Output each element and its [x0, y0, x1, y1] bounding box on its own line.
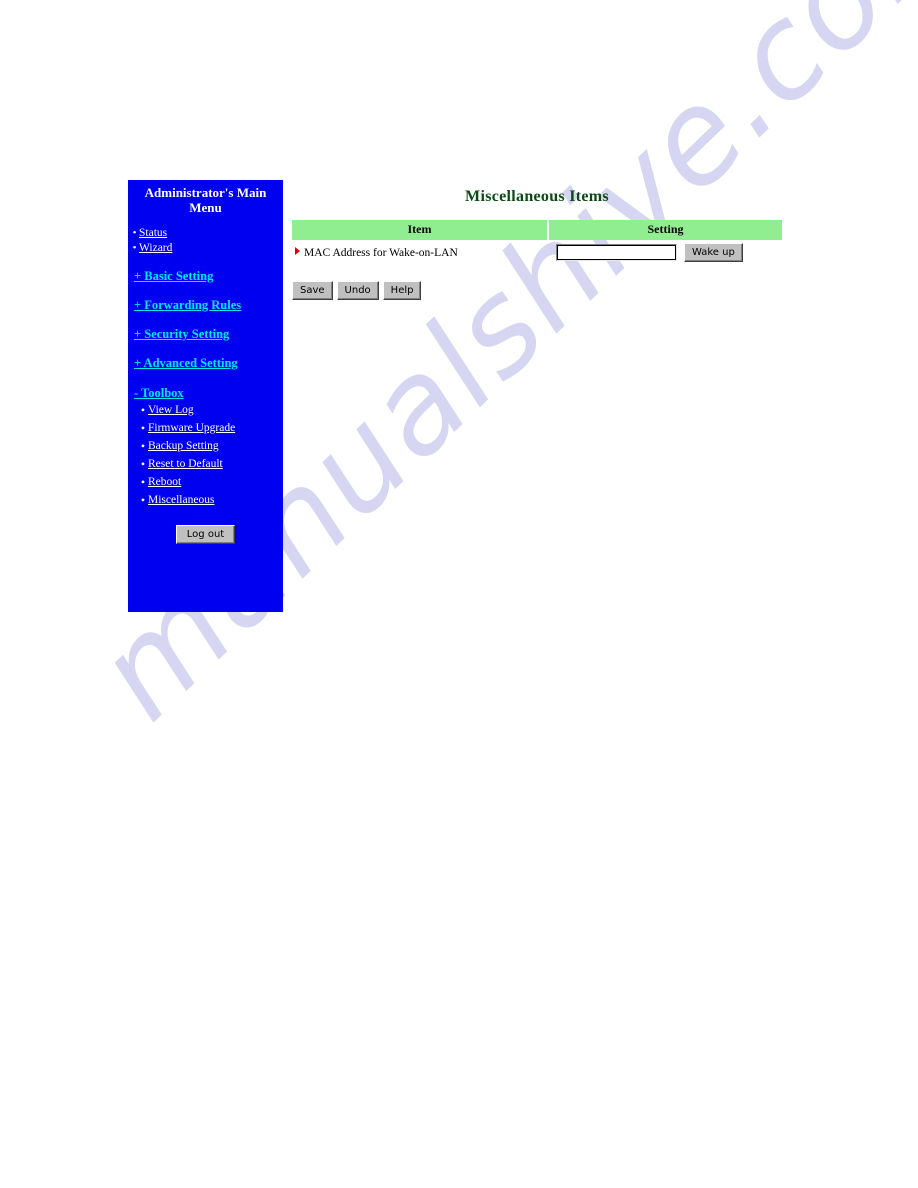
sidebar-navigation: Administrator's Main Menu • Status • Wiz…: [128, 180, 283, 612]
sidebar-section-label[interactable]: + Basic Setting: [134, 269, 213, 284]
table-row: MAC Address for Wake-on-LAN Wake up: [292, 240, 782, 265]
sidebar-item-backup-setting[interactable]: • Backup Setting: [128, 438, 283, 456]
sidebar-subitem-label[interactable]: Backup Setting: [148, 438, 219, 454]
red-triangle-icon: [295, 246, 300, 255]
sidebar-subitem-label[interactable]: Reset to Default: [148, 456, 223, 472]
sidebar-item-security-setting[interactable]: + Security Setting: [128, 327, 283, 343]
sidebar-subitem-label[interactable]: Firmware Upgrade: [148, 420, 235, 436]
sidebar-item-reboot[interactable]: • Reboot: [128, 474, 283, 492]
sidebar-subitem-label[interactable]: Miscellaneous: [148, 492, 214, 508]
mac-address-input[interactable]: [556, 244, 677, 261]
dot-bullet-icon: •: [140, 475, 146, 489]
save-button[interactable]: Save: [292, 281, 333, 300]
column-header-setting: Setting: [549, 220, 782, 240]
sidebar-item-firmware-upgrade[interactable]: • Firmware Upgrade: [128, 420, 283, 438]
dot-bullet-icon: •: [132, 227, 137, 239]
sidebar-item-basic-setting[interactable]: + Basic Setting: [128, 269, 283, 285]
sidebar-top-links: • Status • Wizard: [128, 226, 283, 256]
sidebar-subitem-label[interactable]: Reboot: [148, 474, 181, 490]
sidebar-subitem-label[interactable]: View Log: [148, 402, 194, 418]
setting-controls: Wake up: [556, 243, 782, 262]
logout-button[interactable]: Log out: [175, 525, 236, 544]
dot-bullet-icon: •: [140, 403, 146, 417]
sidebar-item-reset-to-default[interactable]: • Reset to Default: [128, 456, 283, 474]
sidebar-item-label[interactable]: Status: [139, 226, 167, 240]
page-title: Miscellaneous Items: [465, 188, 609, 205]
row-item-label: MAC Address for Wake-on-LAN: [304, 246, 458, 259]
sidebar-item-advanced-setting[interactable]: + Advanced Setting: [128, 356, 283, 372]
sidebar-item-label[interactable]: Wizard: [139, 241, 172, 255]
dot-bullet-icon: •: [140, 421, 146, 435]
table-body: MAC Address for Wake-on-LAN Wake up: [292, 240, 782, 265]
sidebar-item-wizard[interactable]: • Wizard: [128, 241, 283, 256]
dot-bullet-icon: •: [140, 457, 146, 471]
dot-bullet-icon: •: [132, 242, 137, 254]
sidebar-item-status[interactable]: • Status: [128, 226, 283, 241]
undo-button[interactable]: Undo: [336, 281, 379, 300]
dot-bullet-icon: •: [140, 493, 146, 507]
sidebar-item-toolbox[interactable]: - Toolbox: [128, 386, 283, 402]
dot-bullet-icon: •: [140, 439, 146, 453]
sidebar-section-label[interactable]: - Toolbox: [134, 386, 184, 401]
sidebar-item-miscellaneous[interactable]: • Miscellaneous: [128, 492, 283, 510]
logout-container: Log out: [128, 524, 283, 544]
sidebar-section-label[interactable]: + Forwarding Rules: [134, 298, 241, 313]
sidebar-item-forwarding-rules[interactable]: + Forwarding Rules: [128, 298, 283, 314]
help-button[interactable]: Help: [382, 281, 422, 300]
table-header: Item Setting: [292, 220, 782, 240]
action-button-bar: Save Undo Help: [292, 281, 792, 300]
row-item-label-cell: MAC Address for Wake-on-LAN: [292, 240, 549, 265]
table-header-row: Item Setting: [292, 220, 782, 240]
sidebar-item-view-log[interactable]: • View Log: [128, 402, 283, 420]
sidebar-title: Administrator's Main Menu: [144, 185, 267, 215]
main-content: Miscellaneous Items Item Setting MAC Add…: [292, 188, 792, 300]
sidebar-toolbox-submenu: • View Log • Firmware Upgrade • Backup S…: [128, 402, 283, 510]
router-admin-page: Administrator's Main Menu • Status • Wiz…: [0, 0, 918, 1188]
sidebar-section-label[interactable]: + Advanced Setting: [134, 356, 238, 371]
wake-up-button[interactable]: Wake up: [684, 243, 743, 262]
column-header-item: Item: [292, 220, 549, 240]
settings-table: Item Setting MAC Address for Wake-on-LAN…: [292, 220, 782, 265]
row-setting-cell: Wake up: [549, 240, 782, 265]
sidebar-section-label[interactable]: + Security Setting: [134, 327, 229, 342]
